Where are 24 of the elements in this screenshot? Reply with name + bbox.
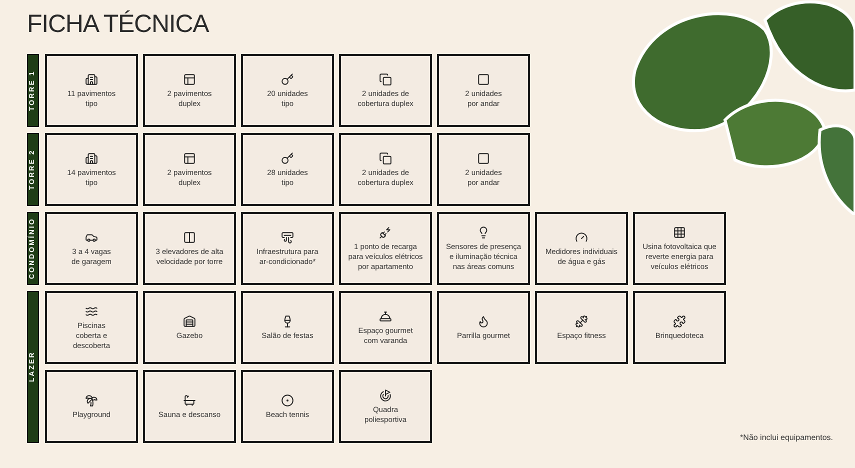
pool-icon: [85, 304, 98, 318]
key-icon: [281, 152, 294, 164]
grill-icon: [477, 314, 490, 328]
bath-icon: [183, 394, 196, 406]
floorplan-icon: [183, 152, 196, 164]
copy-icon: [379, 152, 392, 164]
square-icon: [477, 152, 490, 164]
dumbbell-icon: [575, 314, 588, 328]
puzzle-icon: [673, 314, 686, 328]
key-icon: [281, 72, 294, 86]
ball-icon: [281, 394, 294, 406]
charger-icon: [379, 226, 392, 238]
square-icon: [477, 72, 490, 86]
building-icon: [85, 152, 98, 164]
footnote: *Não inclui equipamentos.: [740, 432, 833, 444]
floorplan-icon: [183, 72, 196, 86]
page-title: FICHA TÉCNICA: [27, 9, 210, 40]
copy-icon: [379, 72, 392, 86]
gauge-icon: [575, 230, 588, 244]
building-icon: [85, 72, 98, 86]
solar-panel-icon: [673, 226, 686, 238]
palm-icon: [85, 394, 98, 406]
lightbulb-icon: [477, 226, 490, 238]
air-conditioner-icon: [281, 230, 294, 244]
